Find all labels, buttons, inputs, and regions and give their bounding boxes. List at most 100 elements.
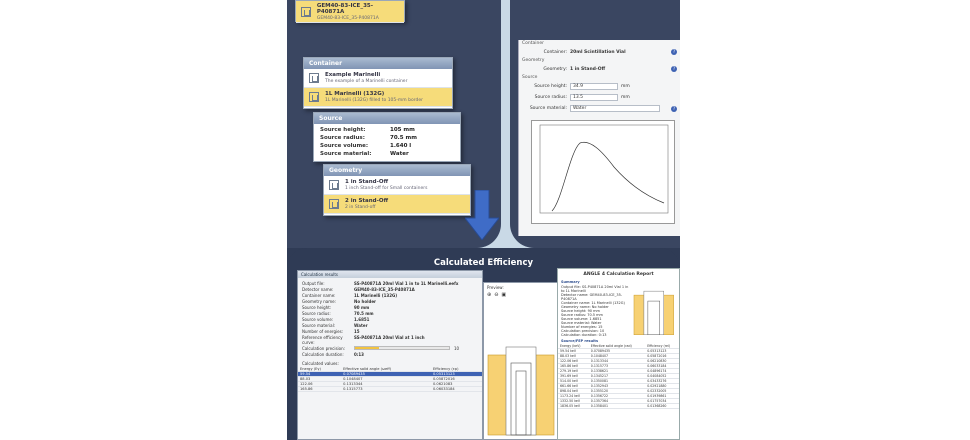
calc-row: Output file: SS-P40871A 20ml Vial 1 in to…	[298, 280, 482, 286]
help-icon[interactable]: ?	[671, 105, 677, 112]
source-volume-label: Source volume:	[320, 143, 369, 149]
calc-row-value: 0:13	[354, 351, 364, 357]
calc-row-label: Source material:	[302, 322, 336, 328]
container-icon	[309, 92, 319, 102]
detector-shape	[505, 346, 537, 436]
efficiency-curve-svg	[539, 124, 669, 214]
source-height-input[interactable]: 34.9	[570, 83, 618, 90]
calc-row: Reference efficiency curve: SS-P40871A 20…	[298, 334, 482, 345]
calc-row-value: 90 mm	[354, 304, 370, 310]
table-cell: 0.1315773	[341, 386, 431, 392]
source-card: Source Source height: 105 mm Source radiu…	[313, 112, 461, 162]
precision-value: 10	[454, 345, 460, 351]
source-radius-row: Source radius: 70.5 mm	[314, 134, 460, 142]
report-summary: Output file: SS-P40871A 20ml Vial 1 in t…	[558, 285, 679, 337]
geometry-item-2in[interactable]: 2 in Stand-Off 2 in Stand-off	[324, 195, 470, 214]
geometry-item-1in[interactable]: 1 in Stand-Off 1 inch Stand-off for Smal…	[324, 176, 470, 195]
source-height-label: Source height:	[320, 127, 366, 133]
calc-row-value: SS-P40871A 20ml Vial at 1 inch	[354, 334, 425, 340]
help-icon[interactable]: ?	[671, 66, 677, 72]
plot-frame	[539, 124, 669, 214]
detector-sub: GEM40-83-ICE_35-P40871A	[316, 15, 379, 21]
geometry-card: Geometry 1 in Stand-Off 1 inch Stand-off…	[323, 164, 471, 216]
calc-row-label: Source radius:	[302, 310, 331, 316]
zoom-out-icon[interactable]: ⊖	[494, 292, 498, 298]
preview-toolbar: ⊕ ⊖ ▣	[484, 292, 558, 298]
calculated-values-label: Calculated values:	[302, 361, 339, 366]
save-icon[interactable]: ▣	[501, 292, 506, 298]
table-cell: 0.06033184	[430, 386, 482, 392]
source-height-unit: mm	[621, 84, 630, 89]
report-line: Output file: SS-P40871A 20ml Vial 1 in t…	[561, 285, 629, 293]
calculation-report: ANGLE 4 Calculation Report Summary Outpu…	[557, 268, 680, 440]
report-summary-lines: Output file: SS-P40871A 20ml Vial 1 in t…	[561, 285, 632, 337]
calc-row-value: GEM40-83-ICE_35-P40871A	[354, 286, 415, 292]
geometry-icon	[329, 180, 339, 190]
source-card-header: Source	[314, 113, 460, 124]
calc-row-label: Geometry name:	[302, 298, 336, 304]
source-section-label: Source	[522, 75, 538, 80]
source-volume-row: Source volume: 1.640 l	[314, 142, 460, 150]
preview-geometry-svg	[487, 346, 555, 436]
source-material-input[interactable]: Water	[570, 105, 660, 112]
zoom-in-icon[interactable]: ⊕	[487, 292, 491, 298]
calculation-results-window: Calculation results Output file: SS-P4087…	[297, 270, 483, 440]
container-value: 20ml Scintillation Vial	[570, 49, 626, 55]
precision-slider[interactable]	[354, 346, 450, 350]
report-geometry-image	[634, 290, 675, 335]
calculated-values-table: Energy (Eγ) Effective solid angle (ωeff)…	[298, 367, 482, 392]
container-item-sub: The example of a Marinelli container	[325, 79, 408, 84]
report-line: Calculation duration: 0:13	[561, 333, 607, 337]
calc-row-value: No holder	[354, 298, 377, 304]
calc-row-label: Output file:	[302, 280, 325, 286]
source-radius-input[interactable]: 13.5	[570, 94, 618, 101]
help-icon[interactable]: ?	[671, 49, 677, 55]
detector-card: GEM40-83-ICE_35-P40871A GEM40-83-ICE_35-…	[295, 0, 405, 23]
source-material-label: Source material:	[320, 151, 372, 157]
geometry-row: Geometry: 1 in Stand-Off ?	[519, 64, 680, 74]
container-card-header: Container	[304, 58, 452, 69]
container-label: Container:	[543, 49, 567, 55]
detector-row[interactable]: GEM40-83-ICE_35-P40871A GEM40-83-ICE_35-…	[296, 1, 404, 23]
source-material-field-label: Source material:	[529, 106, 567, 111]
report-line: Detector name: GEM40-83-ICE_35-P40871A	[561, 293, 623, 301]
source-radius-field-label: Source radius:	[534, 95, 567, 100]
geometry-item-title: 2 in Stand-Off	[345, 198, 389, 204]
report-row: 1836.05 keV 0.1358401 0.01368260	[558, 403, 679, 409]
source-height-row: Source height: 105 mm	[314, 126, 460, 134]
calc-row-value: 1L Marinelli (132G)	[354, 292, 398, 298]
source-radius-field-row: Source radius: 13.5 mm	[519, 92, 680, 103]
source-volume-value: 1.640 l	[390, 143, 412, 149]
source-height-field-label: Source height:	[534, 84, 567, 89]
table-row[interactable]: 165.86 0.1315773 0.06033184	[298, 386, 482, 392]
efficiency-curve	[551, 141, 665, 212]
report-results-table: Energy (keV) Effective solid angle (rad)…	[558, 344, 679, 409]
geometry-icon	[329, 199, 339, 209]
calc-row-value: 70.5 mm	[354, 310, 374, 316]
calc-row-label: Number of energies:	[302, 328, 344, 334]
calc-row-value: Water	[354, 322, 368, 328]
calc-row-label: Detector name:	[302, 286, 334, 292]
container-item-example-marinelli[interactable]: Example Marinelli The example of a Marin…	[304, 69, 452, 88]
container-item-title: 1L Marinelli (132G)	[325, 91, 385, 97]
container-row: Container: 20ml Scintillation Vial ?	[519, 47, 680, 57]
source-radius-label: Source radius:	[320, 135, 365, 141]
calc-row-label: Container name:	[302, 292, 336, 298]
container-icon	[309, 73, 319, 83]
efficiency-plot	[531, 120, 675, 224]
container-item-1l-marinelli[interactable]: 1L Marinelli (132G) 1L Marinelli (132G) …	[304, 88, 452, 107]
source-material-field-row: Source material: Water ?	[519, 103, 680, 114]
source-material-row: Source material: Water	[314, 150, 460, 158]
source-material-value: Water	[390, 151, 409, 157]
calc-row-label: Source volume:	[302, 316, 334, 322]
preview-label: Preview:	[487, 285, 504, 290]
source-radius-value: 70.5 mm	[390, 135, 417, 141]
geometry-card-header: Geometry	[324, 165, 470, 176]
container-item-sub: 1L Marinelli (132G) filled to 105-mm bor…	[325, 98, 423, 103]
calc-row-label: Source height:	[302, 304, 332, 310]
source-height-field-row: Source height: 34.9 mm	[519, 81, 680, 92]
geometry-item-sub: 1 inch Stand-off for Small containers	[345, 186, 428, 191]
preview-pane: Preview: ⊕ ⊖ ▣	[483, 282, 559, 440]
composite-screenshot: GEM40-83-ICE_35-P40871A GEM40-83-ICE_35-…	[287, 0, 680, 440]
calc-row-label: Calculation duration:	[302, 351, 344, 357]
